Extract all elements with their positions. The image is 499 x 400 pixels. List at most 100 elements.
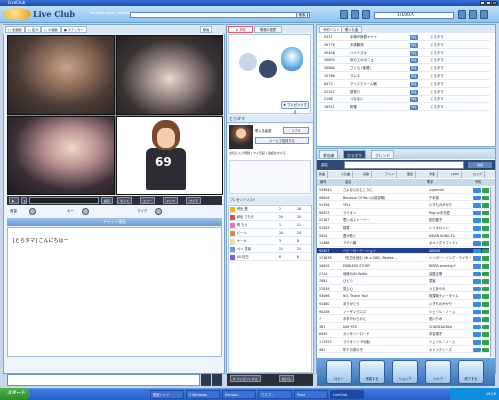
song-row[interactable]: 90208 ノーザンクロス シェリル・ノーム	[317, 309, 489, 316]
reservation-row[interactable]: 16921 粉雪 再生 とらタマ	[318, 104, 490, 112]
start-button[interactable]: スタート	[0, 388, 30, 400]
shop-button[interactable]: ショップ	[392, 360, 418, 384]
taskbar-item[interactable]: ワスプ...	[258, 390, 292, 399]
reservation-row[interactable]: 26893 歩の上のポニョ 再生 とらタマ	[318, 57, 490, 65]
favorite-icon[interactable]	[482, 324, 489, 330]
song-row[interactable]: 18645 ENDLESS STORY REIRA starring Y	[317, 263, 489, 270]
echo-button[interactable]: エコー	[140, 197, 156, 204]
close-button[interactable]	[492, 1, 497, 5]
continue-button[interactable]: 続ける	[279, 375, 295, 382]
status-badge[interactable]: 再生	[410, 97, 418, 103]
reserve-icon[interactable]	[473, 286, 481, 292]
status-badge[interactable]: 再生	[410, 89, 418, 95]
room-invite-button[interactable]: ルームで招待する	[255, 137, 309, 144]
list-item[interactable]: AV 紅白 6 6	[229, 254, 311, 261]
favorite-icon[interactable]	[482, 256, 489, 261]
reserve-icon[interactable]	[473, 324, 481, 330]
profile-actions[interactable]: お気に入り登録 | マイ日記 | 電話をかける	[229, 151, 313, 155]
reserve-icon[interactable]	[473, 233, 481, 239]
status-badge[interactable]: 再生	[410, 81, 418, 87]
song-row[interactable]: 92927 ヘビーローテーション AKB48	[317, 247, 489, 255]
status-badge[interactable]: 再生	[410, 42, 418, 48]
favorite-icon[interactable]	[482, 347, 489, 353]
reserve-icon[interactable]	[473, 302, 481, 307]
webcam-feed-2[interactable]	[116, 35, 223, 115]
reserve-icon[interactable]	[473, 195, 481, 201]
reservation-row[interactable]: 8473 アイスクリーム戦 再生 とらタマ	[318, 81, 490, 88]
camera-button[interactable]: カメラ	[186, 197, 202, 204]
reservation-row[interactable]: 26884 さくら (独唱) 再生 とらタマ	[318, 65, 490, 73]
reservation-row[interactable]: 30408 ハナミズキ 再生 とらタマ	[318, 50, 490, 57]
reserve-icon[interactable]	[473, 188, 481, 193]
category-tab[interactable]: 新曲	[317, 171, 329, 178]
favorite-icon[interactable]	[482, 195, 489, 201]
reservation-row[interactable]: 26774 天体観測 再生 とらタマ	[318, 42, 490, 49]
friend-icon[interactable]	[351, 10, 359, 19]
favorite-icon[interactable]	[482, 302, 489, 307]
favorite-icon[interactable]	[482, 210, 489, 216]
favorite-icon[interactable]	[482, 226, 489, 231]
reserve-icon[interactable]	[473, 218, 481, 223]
tab-fullscreen[interactable]: □ 全画面	[5, 26, 25, 33]
reservation-row[interactable]: 22327 夏祭り 再生 とらタマ	[318, 89, 490, 96]
taskbar-item[interactable]: 受信トレイ	[150, 390, 184, 399]
mic-volume-knob[interactable]	[155, 208, 162, 215]
reservation-row[interactable]: 5327 手塚が無償ヤヤト 再生 とらタマ	[318, 34, 490, 41]
list-item[interactable]: 黄色 橙 2 18	[229, 206, 311, 213]
song-row[interactable]: 90826 Because Of You (以前説明) 千本桜	[317, 195, 489, 202]
maximize-button[interactable]	[486, 1, 491, 5]
song-row[interactable]: 22367 思い出ストーリー 松田聖子	[317, 217, 489, 224]
song-row[interactable]: 92480 ありがとう いきものがかり	[317, 301, 489, 308]
reserve-icon[interactable]	[473, 294, 481, 299]
status-badge[interactable]: 再生	[410, 105, 418, 111]
category-tab[interactable]: 童謡	[405, 171, 417, 178]
song-row[interactable]: 6093 カンサリーロード 本名陽子	[317, 331, 489, 338]
song-row[interactable]: 7 お手やわらかに 夏川りみ	[317, 316, 489, 323]
volume-knob[interactable]	[29, 208, 36, 215]
send-button[interactable]	[212, 374, 222, 386]
song-row[interactable]: 91903 桜雪 レミオロメン	[317, 225, 489, 232]
voice-button[interactable]: ボイス	[117, 197, 132, 204]
song-row[interactable]: 11468 アゲハ蝶 ポルノグラフィティ	[317, 240, 489, 247]
favorite-icon[interactable]	[482, 317, 489, 322]
song-row[interactable]: 22839 見と心 つじあやの	[317, 286, 489, 293]
reservation-row[interactable]: 2188 つなない 再生 とらタマ	[318, 96, 490, 104]
favorite-icon[interactable]	[482, 203, 489, 208]
song-row[interactable]: 90923 ライオン May'n/中島愛	[317, 210, 489, 217]
category-tab[interactable]: ロック	[471, 171, 486, 178]
reserve-icon[interactable]	[473, 271, 481, 277]
chat-input[interactable]	[7, 374, 200, 386]
favorite-icon[interactable]	[482, 332, 489, 337]
reserve-icon[interactable]	[473, 226, 481, 231]
favorite-icon[interactable]	[482, 271, 489, 277]
tab-zoom[interactable]: □ 拡大	[25, 26, 42, 33]
help-icon[interactable]	[469, 10, 477, 19]
mic-button[interactable]: マイク	[163, 197, 178, 204]
help-button[interactable]: ヘルプ	[425, 360, 451, 384]
favorite-icon[interactable]	[482, 188, 489, 193]
reservation-row[interactable]: 10768 ラムネ 再生 とらタマ	[318, 73, 490, 80]
favorite-icon[interactable]	[482, 218, 489, 223]
taskbar-item[interactable]: 2 Windows	[186, 390, 220, 399]
tab-karaoke[interactable]: カラオケ	[343, 150, 367, 159]
tab-small[interactable]: □ 小画面	[41, 26, 61, 33]
favorite-icon[interactable]	[482, 279, 489, 284]
favorite-icon[interactable]	[482, 286, 489, 292]
favorite-icon[interactable]	[482, 241, 489, 246]
list-item[interactable]: ケーキ 3 8	[229, 238, 311, 245]
favorite-icon[interactable]	[482, 264, 489, 269]
list-item[interactable]: ビール 24 24	[229, 230, 311, 237]
favorite-icon[interactable]	[482, 233, 489, 239]
song-row[interactable]: 172923 ライオン (~PV版) シェリル・ノーム	[317, 339, 489, 346]
webcam-feed-3[interactable]	[7, 116, 115, 195]
settings-icon[interactable]	[362, 10, 370, 19]
reserve-icon[interactable]	[473, 332, 481, 337]
category-tab[interactable]: 洋楽	[427, 171, 439, 178]
status-badge[interactable]: 再生	[410, 58, 418, 64]
reserve-icon[interactable]	[473, 317, 481, 322]
taskbar-item[interactable]: Microso...	[222, 390, 256, 399]
reserve-icon[interactable]	[473, 256, 481, 261]
reserve-icon[interactable]	[473, 210, 481, 216]
reserve-icon[interactable]	[473, 309, 481, 315]
settings-button[interactable]: 設定	[101, 197, 114, 204]
